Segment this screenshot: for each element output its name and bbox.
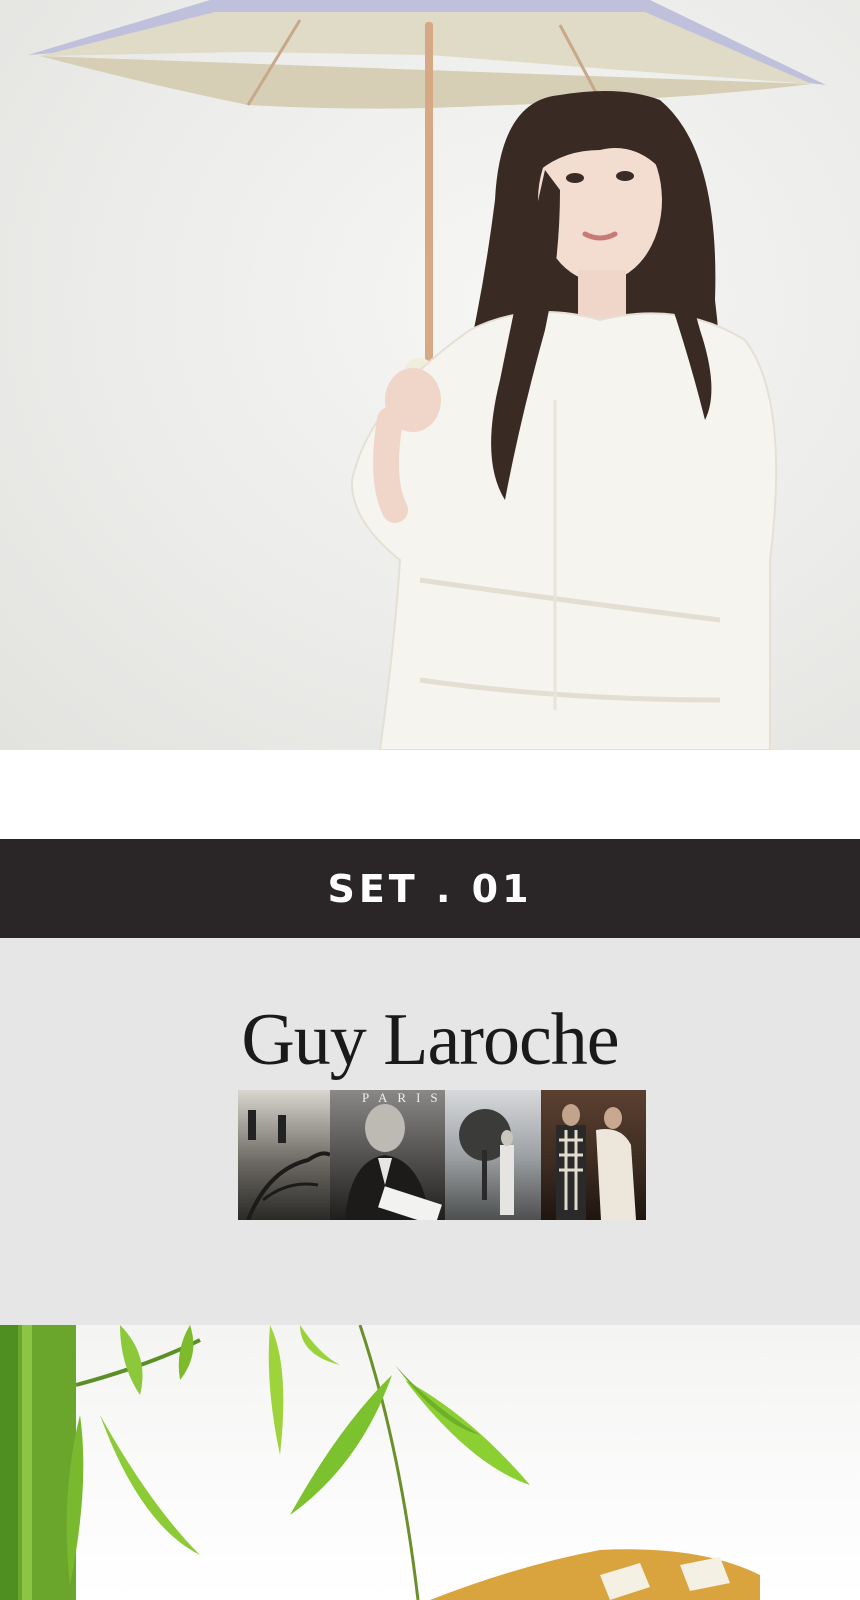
bamboo-illustration — [0, 1325, 760, 1600]
set-title: SET . 01 — [327, 866, 533, 911]
collage-photo-portrait: PARIS — [330, 1090, 445, 1220]
collage-photo-runway — [541, 1090, 646, 1220]
hero-photo-illustration — [28, 0, 826, 750]
bamboo-photo — [0, 1325, 860, 1600]
set-banner: SET . 01 — [0, 839, 860, 938]
collage-photo-street — [445, 1090, 541, 1220]
umbrella-shaft — [425, 22, 433, 367]
section-spacer — [0, 750, 860, 839]
brand-sub-text: PARIS — [362, 1090, 445, 1105]
brand-collage: PARIS — [238, 1090, 646, 1220]
brand-logo: Guy Laroche — [241, 999, 619, 1081]
collage-photo-staircase — [238, 1090, 330, 1220]
hero-photo — [0, 0, 860, 750]
